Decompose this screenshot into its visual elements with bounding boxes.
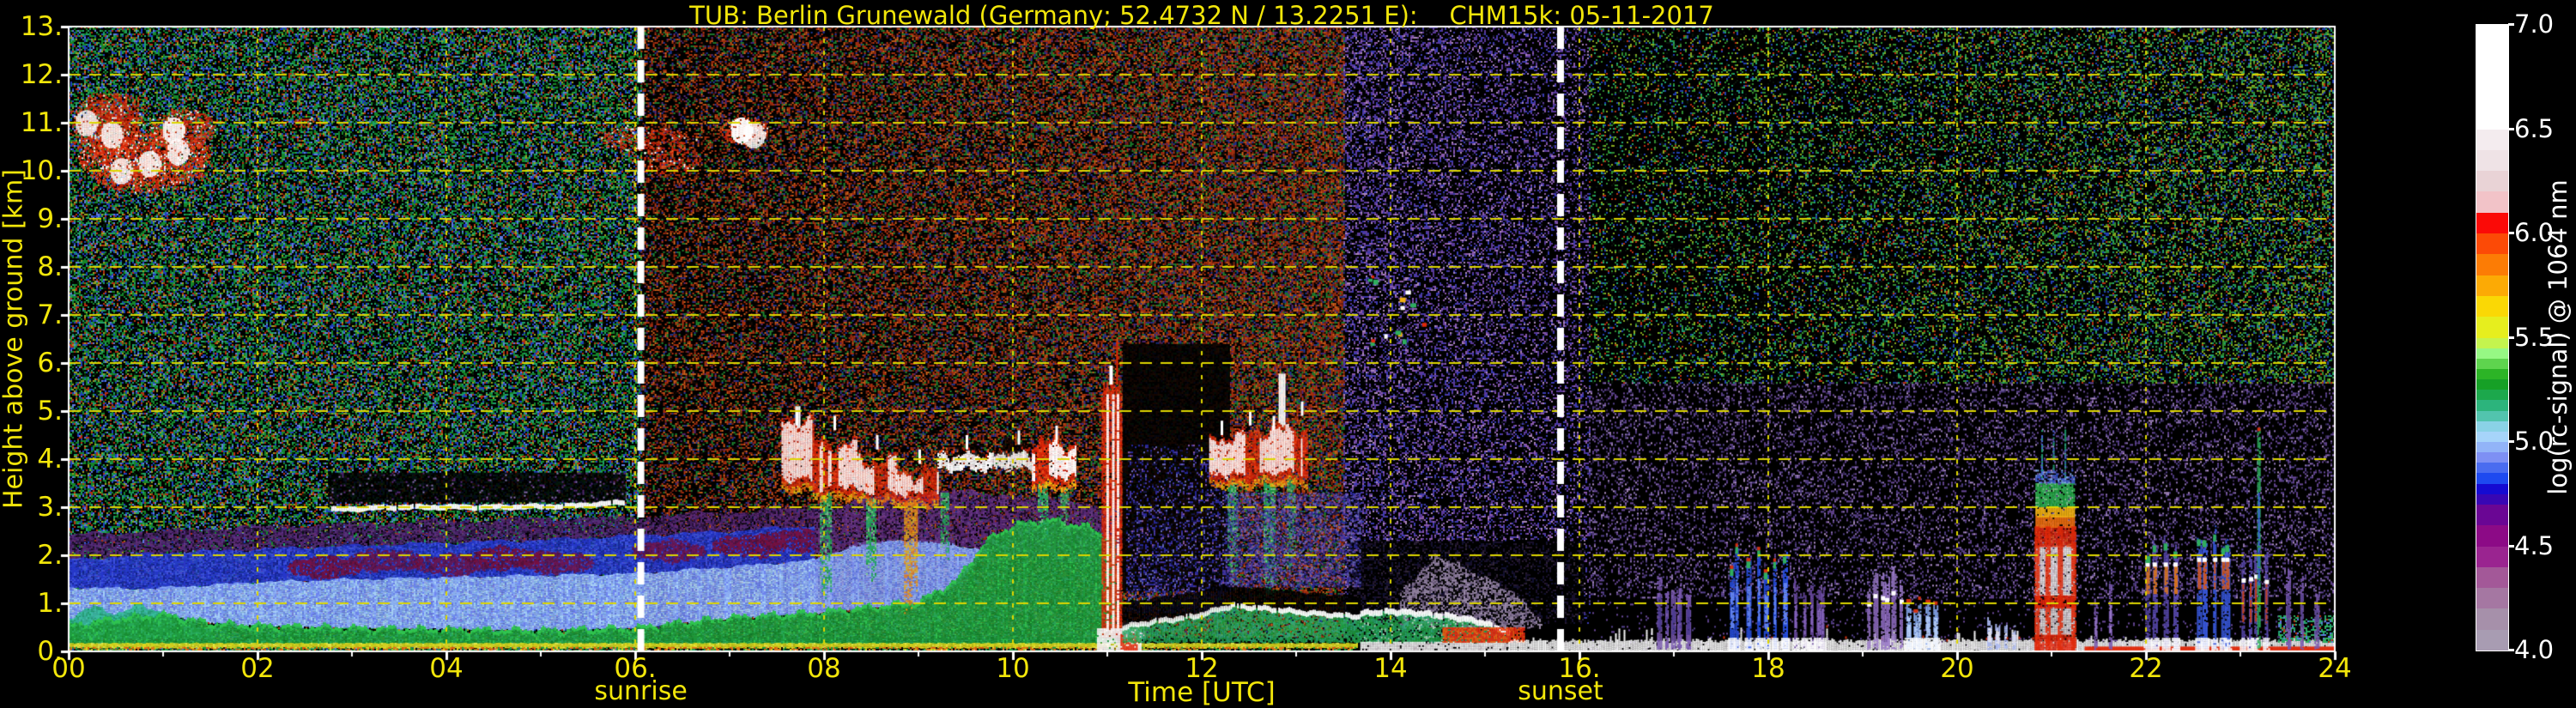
yt-label: 11. <box>20 107 63 138</box>
colorbar-segment <box>2476 566 2508 589</box>
yt-label: 5. <box>37 396 63 427</box>
cbt-label: 4.0 <box>2514 635 2555 664</box>
yt-label: 12. <box>20 59 63 90</box>
yt-label: 13. <box>20 11 63 42</box>
colorbar-tick-mark <box>2508 23 2514 26</box>
cbt-label: 6.5 <box>2514 113 2555 143</box>
yt-label: 1. <box>37 588 63 619</box>
colorbar-segment <box>2476 493 2508 505</box>
xt-label: 02 <box>240 653 275 684</box>
xt-label: 08 <box>807 653 841 684</box>
xt-label: 22 <box>2129 653 2163 684</box>
colorbar-segment <box>2476 357 2508 369</box>
sunset-label: sunset <box>1518 676 1603 706</box>
colorbar-segment <box>2476 431 2508 442</box>
colorbar-segment <box>2476 233 2508 255</box>
colorbar-segment <box>2476 149 2508 172</box>
colorbar-segment <box>2476 336 2508 348</box>
colorbar <box>2476 24 2509 651</box>
colorbar-segment <box>2476 482 2508 494</box>
colorbar-segment <box>2476 587 2508 609</box>
colorbar-segment <box>2476 378 2508 390</box>
xt-label: 12 <box>1185 653 1219 684</box>
colorbar-segment <box>2476 212 2508 233</box>
xt-label: 14 <box>1373 653 1408 684</box>
yt-label: 3. <box>37 492 63 523</box>
colorbar-segment <box>2476 253 2508 275</box>
colorbar-segment <box>2476 24 2508 130</box>
cbt-label: 4.5 <box>2514 530 2555 560</box>
colorbar-tick-mark <box>2508 232 2514 234</box>
colorbar-segment <box>2476 504 2508 526</box>
colorbar-tick-mark <box>2508 127 2514 130</box>
colorbar-segment <box>2476 524 2508 547</box>
colorbar-label: log(rc-signal) @ 1064 nm <box>2543 179 2573 495</box>
cbt-label: 7.0 <box>2514 9 2555 39</box>
colorbar-segment <box>2476 389 2508 401</box>
colorbar-segment <box>2476 347 2508 359</box>
yt-label: 7. <box>37 300 63 330</box>
yt-label: 0. <box>37 636 63 667</box>
colorbar-segment <box>2476 409 2508 421</box>
colorbar-segment <box>2476 274 2508 296</box>
colorbar-segment <box>2476 191 2508 213</box>
colorbar-segment <box>2476 629 2508 651</box>
xt-label: 10 <box>996 653 1030 684</box>
yt-label: 10. <box>20 155 63 186</box>
yt-label: 2. <box>37 540 63 571</box>
ceilometer-quicklook-page: { "chart_data": { "type": "heatmap", "ti… <box>0 0 2576 708</box>
colorbar-tick-mark <box>2508 649 2514 651</box>
colorbar-segment <box>2476 462 2508 474</box>
colorbar-segment <box>2476 399 2508 411</box>
colorbar-tick-mark <box>2508 336 2514 339</box>
xt-label: 04 <box>429 653 464 684</box>
yt-label: 6. <box>37 348 63 378</box>
xt-label: 24 <box>2318 653 2352 684</box>
colorbar-segment <box>2476 451 2508 463</box>
colorbar-segment <box>2476 128 2508 150</box>
colorbar-segment <box>2476 368 2508 380</box>
xt-label: 20 <box>1940 653 1974 684</box>
colorbar-segment <box>2476 608 2508 630</box>
colorbar-segment <box>2476 170 2508 192</box>
colorbar-segment <box>2476 420 2508 432</box>
sunrise-label: sunrise <box>594 676 688 706</box>
yt-label: 9. <box>37 203 63 234</box>
colorbar-segment <box>2476 545 2508 567</box>
colorbar-tick-mark <box>2508 440 2514 443</box>
colorbar-segment <box>2476 441 2508 453</box>
plot-title: TUB: Berlin Grunewald (Germany; 52.4732 … <box>689 1 1714 30</box>
colorbar-segment <box>2476 295 2508 318</box>
colorbar-segment <box>2476 472 2508 484</box>
colorbar-segment <box>2476 316 2508 338</box>
ceilometer-heatmap-canvas <box>0 0 2576 707</box>
yt-label: 8. <box>37 251 63 282</box>
colorbar-tick-mark <box>2508 544 2514 548</box>
yt-label: 4. <box>37 444 63 475</box>
xt-label: 18 <box>1751 653 1785 684</box>
